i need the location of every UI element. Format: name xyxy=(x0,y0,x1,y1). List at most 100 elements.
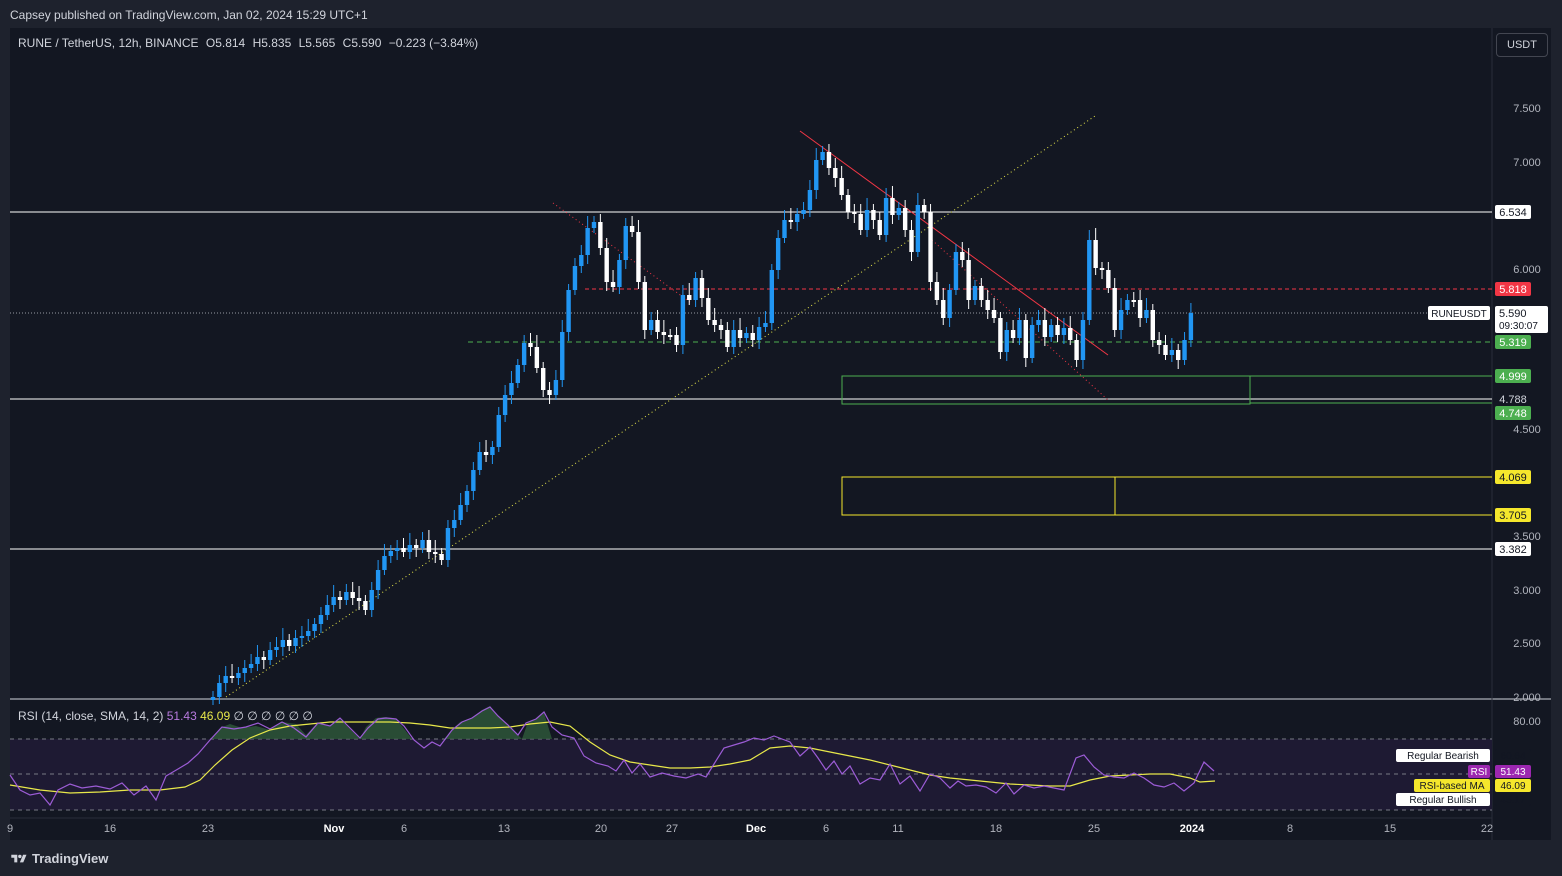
candle-body xyxy=(833,168,838,178)
candle-body xyxy=(839,178,844,195)
candle-body xyxy=(1163,345,1168,355)
rsi-label[interactable]: RSI (14, close, SMA, 14, 2) xyxy=(18,709,163,723)
candle-body xyxy=(229,676,235,678)
candle-body xyxy=(541,368,546,390)
time-axis-label: 13 xyxy=(498,823,510,835)
candle-body xyxy=(1099,268,1105,270)
time-axis-label: 27 xyxy=(666,823,678,835)
candle-body xyxy=(979,286,984,300)
price-badge: 4.069 xyxy=(1495,470,1531,484)
candle-body xyxy=(985,300,990,310)
candle-body xyxy=(661,332,667,335)
candle-body xyxy=(909,230,914,252)
candle-body xyxy=(928,212,933,282)
candle-body xyxy=(617,260,622,287)
candle-body xyxy=(318,615,324,624)
candle-body xyxy=(458,505,463,520)
price-badge: 5.319 xyxy=(1495,335,1531,349)
price-axis-label: 2.000 xyxy=(1513,692,1541,704)
tradingview-footer: TradingView xyxy=(10,851,108,866)
candle-body xyxy=(598,222,603,248)
candle-body xyxy=(642,282,647,330)
candle-body xyxy=(248,664,254,668)
candle-body xyxy=(648,320,654,330)
rsi-badge-value: 51.43 xyxy=(1500,767,1525,778)
candle-body xyxy=(1169,350,1175,355)
price-axis-label: 7.000 xyxy=(1513,157,1541,169)
price-axis-label: 7.500 xyxy=(1513,103,1541,115)
candle-body xyxy=(242,668,247,673)
price-axis-label: 2.500 xyxy=(1513,638,1541,650)
candle-body xyxy=(788,220,794,222)
candle-body xyxy=(858,214,863,230)
candle-body xyxy=(623,226,628,260)
candle-body xyxy=(572,266,578,290)
candle-body xyxy=(877,220,882,235)
candle-body xyxy=(1182,340,1187,360)
candle-body xyxy=(1061,328,1067,335)
ohlc-change: −0.223 (−3.84%) xyxy=(388,36,479,50)
current-price-text: 5.590 xyxy=(1499,308,1527,320)
symbol-name[interactable]: RUNE / TetherUS, 12h, BINANCE xyxy=(18,36,199,50)
candle-body xyxy=(337,597,343,600)
candle-body xyxy=(280,640,286,647)
candle-body xyxy=(687,295,692,300)
candle-body xyxy=(261,657,266,660)
price-badge-text: 6.534 xyxy=(1499,207,1527,219)
time-axis-label: 20 xyxy=(595,823,607,835)
candle-body xyxy=(236,673,241,678)
symbol-badge-text: RUNEUSDT xyxy=(1431,309,1487,320)
candle-body xyxy=(306,631,311,636)
price-badge-text: 5.818 xyxy=(1499,284,1527,296)
candle-body xyxy=(439,554,444,560)
candle-body xyxy=(750,333,755,340)
candle-body xyxy=(737,330,743,338)
candle-body xyxy=(560,332,565,380)
time-axis-label: 11 xyxy=(892,823,903,835)
rsi-ma-legend-value: 46.09 xyxy=(200,709,231,723)
candle-body xyxy=(471,470,476,491)
time-axis-label: 9 xyxy=(7,823,13,835)
candle-body xyxy=(756,327,762,340)
rsi-legend[interactable]: RSI (14, close, SMA, 14, 2) 51.43 46.09 … xyxy=(18,709,313,723)
candle-body xyxy=(223,676,228,683)
time-axis-label: 16 xyxy=(104,823,116,835)
price-axis-label: 6.000 xyxy=(1513,264,1541,276)
rsi-badge-value: 45.17 xyxy=(1500,795,1525,806)
rsi-badge-label: RSI-based MA xyxy=(1419,781,1484,792)
candle-body xyxy=(636,232,641,282)
candle-body xyxy=(312,624,317,631)
time-axis-label: Nov xyxy=(324,823,346,835)
symbol-legend[interactable]: RUNE / TetherUS, 12h, BINANCE O5.814 H5.… xyxy=(18,36,482,50)
chart-canvas[interactable]: 6.534 5.818 5.319 4.999 4.788 4.748 4.069 3.705… xyxy=(0,0,1562,876)
candle-body xyxy=(795,214,800,222)
candle-body xyxy=(960,252,965,260)
candle-body xyxy=(1087,240,1092,320)
candle-body xyxy=(375,570,381,590)
candle-body xyxy=(883,198,889,235)
downtrend-line xyxy=(799,130,1109,356)
candle-body xyxy=(934,282,940,300)
candle-body xyxy=(274,647,279,650)
candle-body xyxy=(699,278,705,298)
candle-body xyxy=(712,320,717,325)
rsi-badge: RSI-based MA 46.09 xyxy=(1414,779,1531,792)
candle-body xyxy=(585,228,590,255)
candle-body xyxy=(769,270,774,323)
ohlc-open: O5.814 xyxy=(205,36,246,50)
candle-body xyxy=(902,208,908,230)
candle-body xyxy=(521,343,527,365)
time-axis-label: 6 xyxy=(823,823,829,835)
candle-body xyxy=(731,330,736,347)
yellow-zone xyxy=(841,476,1116,516)
price-badge: 4.788 xyxy=(1495,392,1531,406)
candle-body xyxy=(382,556,387,570)
candle-body xyxy=(744,333,749,338)
candle-body xyxy=(579,255,584,266)
price-badge: 4.748 xyxy=(1495,406,1531,420)
candle-body xyxy=(1156,340,1162,345)
currency-button[interactable]: USDT xyxy=(1496,33,1548,57)
price-badges: 6.534 5.818 5.319 4.999 4.788 4.748 4.069 3.705… xyxy=(1495,205,1531,556)
candle-body xyxy=(668,335,673,337)
candle-body xyxy=(1074,340,1079,360)
